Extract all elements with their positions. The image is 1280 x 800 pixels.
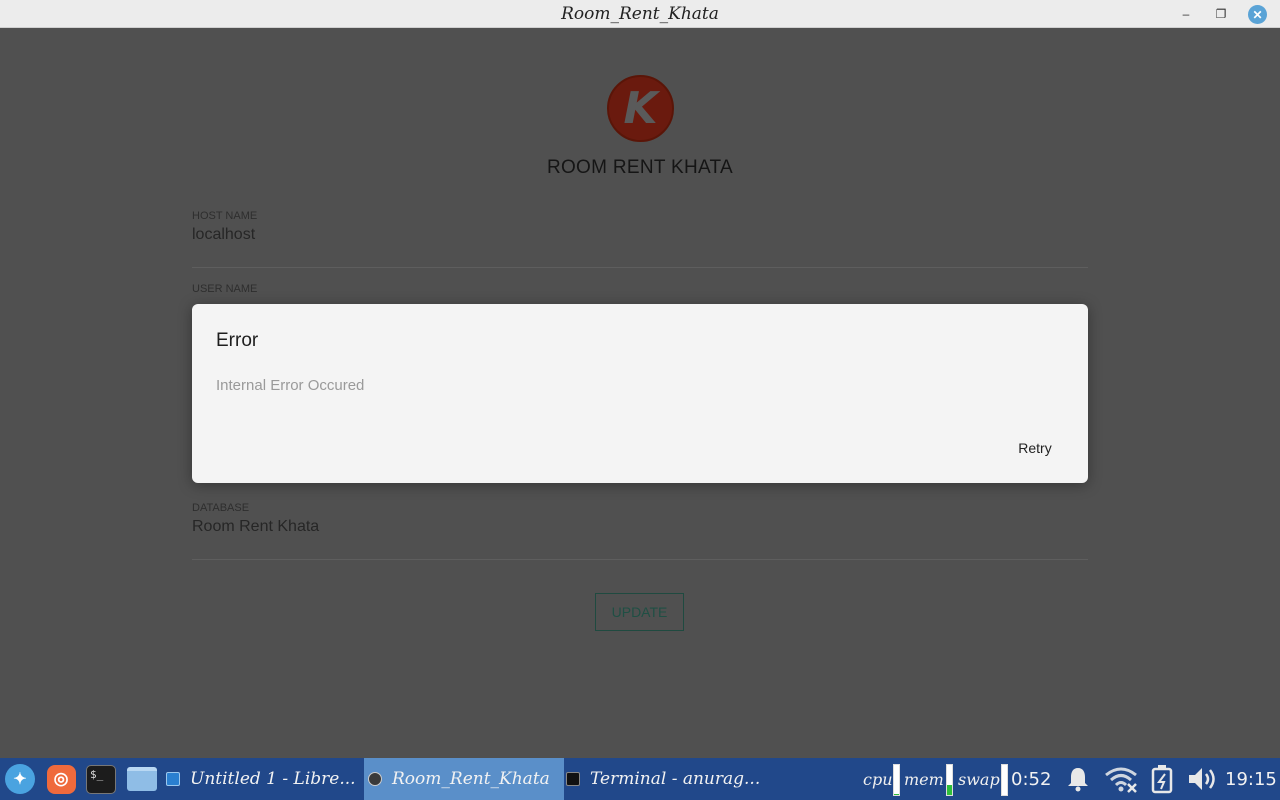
maximize-button[interactable]: ❐ xyxy=(1211,4,1231,24)
database-label: DATABASE xyxy=(192,502,250,514)
dialog-title: Error xyxy=(216,330,259,351)
window-title: Room_Rent_Khata xyxy=(561,4,719,24)
libreoffice-icon xyxy=(166,772,180,786)
host-name-input[interactable]: localhost xyxy=(192,226,1088,244)
host-name-label: HOST NAME xyxy=(192,210,258,222)
close-button[interactable]: ✕ xyxy=(1248,5,1267,24)
dialog-message: Internal Error Occured xyxy=(216,377,365,394)
database-input[interactable]: Room Rent Khata xyxy=(192,518,1088,536)
window-titlebar: Room_Rent_Khata – ❐ ✕ xyxy=(0,0,1280,28)
task-terminal[interactable]: Terminal - anurag... xyxy=(566,758,776,800)
app-logo: K xyxy=(607,75,674,142)
task-label: Untitled 1 - Libre... xyxy=(190,769,356,789)
taskbar: ✦ ◎ $_ Untitled 1 - Libre... Room_Rent_K… xyxy=(0,758,1280,800)
database-field[interactable]: DATABASE Room Rent Khata xyxy=(192,502,1088,560)
notification-bell-icon[interactable] xyxy=(1064,764,1092,794)
clock: 19:15 xyxy=(1225,768,1277,790)
battery-time: 0:52 xyxy=(1011,768,1052,790)
cpu-monitor-label: cpu xyxy=(863,769,893,789)
volume-icon[interactable] xyxy=(1185,764,1219,794)
app-menu-icon[interactable]: ✦ xyxy=(5,764,35,794)
terminal-task-icon xyxy=(566,772,580,786)
host-name-field[interactable]: HOST NAME localhost xyxy=(192,210,1088,268)
file-manager-icon[interactable] xyxy=(127,764,157,794)
logo-letter: K xyxy=(623,83,658,134)
swap-monitor-label: swap xyxy=(958,769,1000,789)
swap-usage-bar[interactable] xyxy=(1001,764,1008,796)
user-name-label: USER NAME xyxy=(192,283,258,295)
cpu-usage-bar[interactable] xyxy=(893,764,900,796)
error-dialog: Error Internal Error Occured Retry xyxy=(192,304,1088,483)
wifi-disconnected-icon[interactable] xyxy=(1103,764,1139,794)
firefox-icon[interactable]: ◎ xyxy=(46,764,76,794)
battery-icon[interactable] xyxy=(1147,764,1179,794)
task-label: Room_Rent_Khata xyxy=(392,769,550,789)
update-button[interactable]: UPDATE xyxy=(595,593,684,631)
minimize-button[interactable]: – xyxy=(1176,4,1196,24)
retry-button[interactable]: Retry xyxy=(1003,432,1067,464)
mem-monitor-label: mem xyxy=(904,769,944,789)
app-title: ROOM RENT KHATA xyxy=(546,157,734,178)
app-task-icon xyxy=(368,772,382,786)
mem-usage-bar[interactable] xyxy=(946,764,953,796)
task-libreoffice[interactable]: Untitled 1 - Libre... xyxy=(166,758,358,800)
terminal-icon[interactable]: $_ xyxy=(86,764,116,794)
task-label: Terminal - anurag... xyxy=(590,769,761,789)
task-room-rent-khata[interactable]: Room_Rent_Khata xyxy=(364,758,564,800)
